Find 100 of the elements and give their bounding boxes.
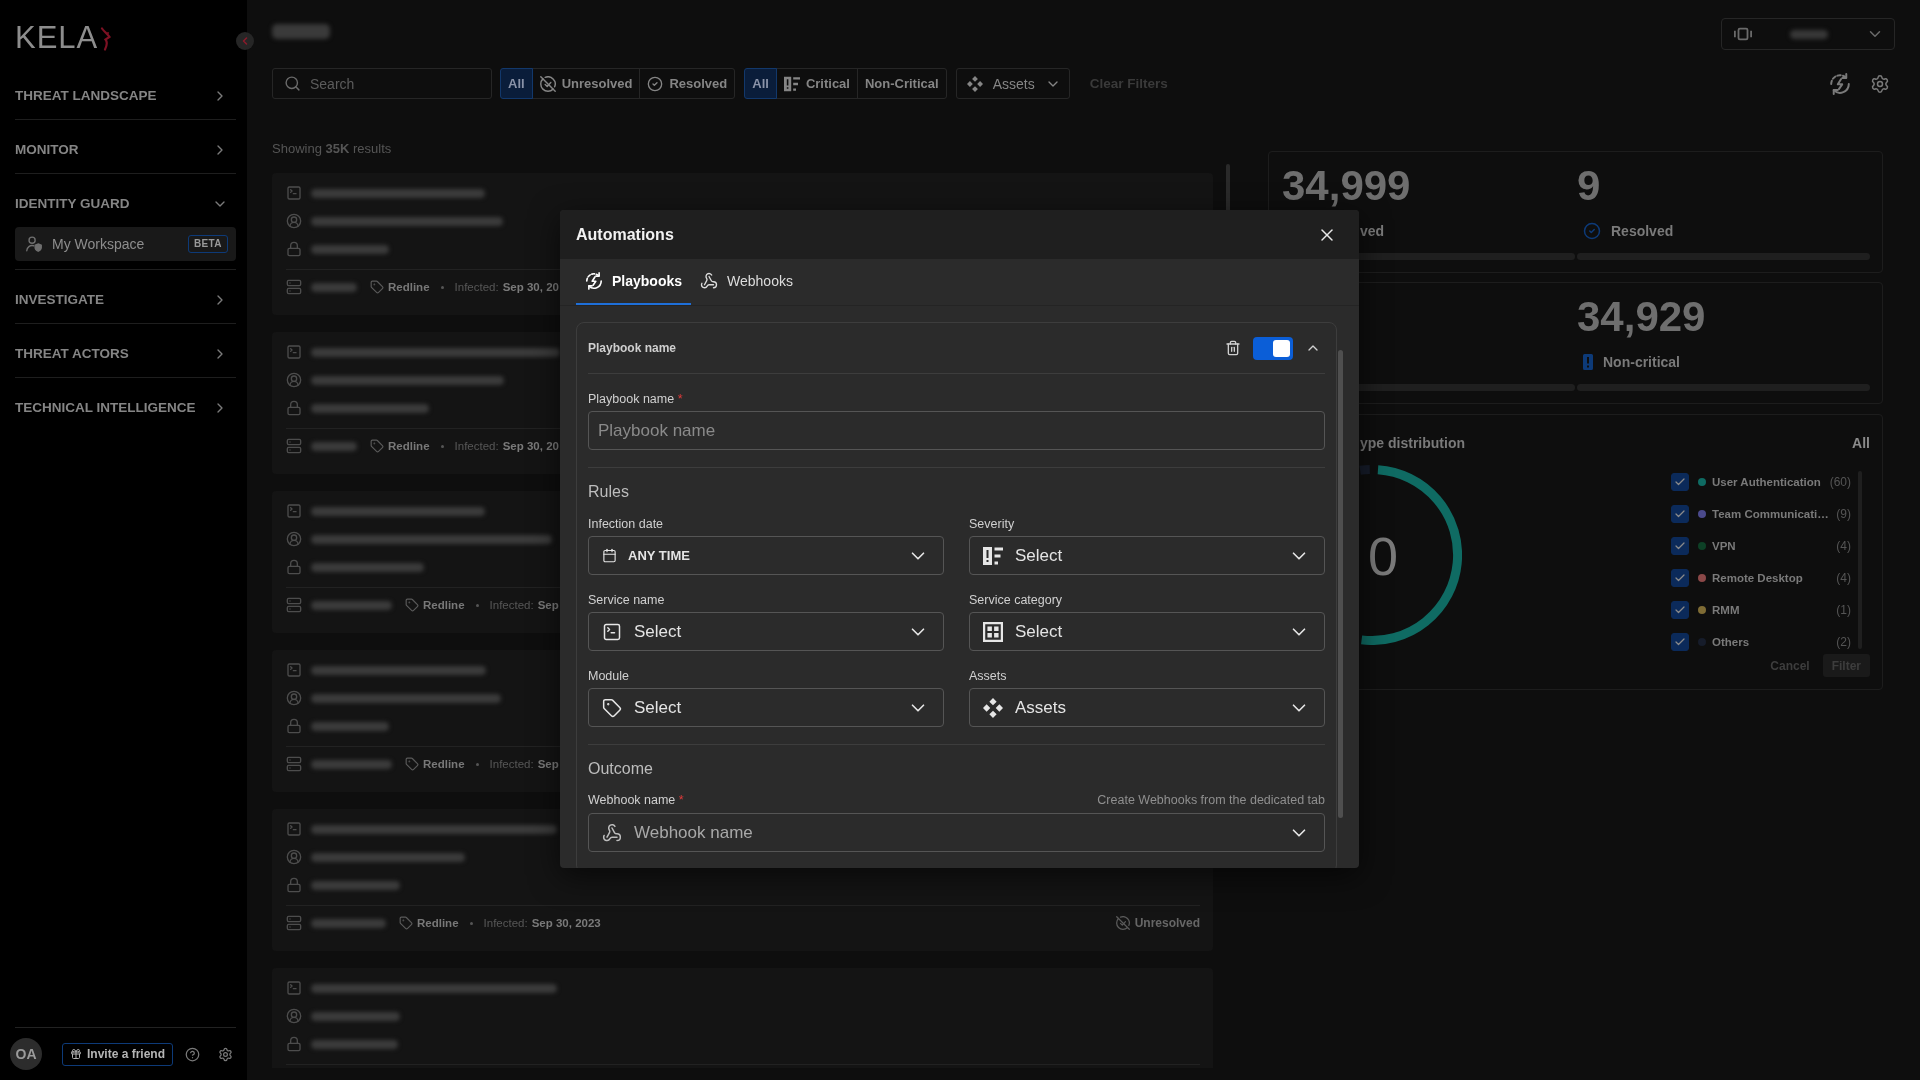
assets-dropdown[interactable]: Assets: [955, 68, 1070, 99]
bolt-refresh-icon: [585, 272, 603, 290]
toggle-switch[interactable]: [1253, 336, 1293, 360]
field-label: Infection date: [588, 516, 665, 532]
user-circle-icon: [286, 1008, 302, 1024]
module-name: Redline: [388, 440, 430, 452]
filter-option[interactable]: Non-Critical: [856, 68, 947, 99]
lock-icon: [286, 400, 302, 416]
lock-icon: [286, 241, 302, 257]
select-field[interactable]: Webhook name: [588, 813, 1325, 852]
user-shield-icon: [26, 236, 42, 252]
lock-icon: [286, 559, 302, 575]
bullet-icon: [475, 603, 479, 607]
all-link[interactable]: All: [1852, 435, 1870, 451]
nav-subitem[interactable]: My Workspace BETA: [15, 227, 236, 261]
legend-label: RMM: [1712, 604, 1740, 616]
checkmark-icon: [1674, 572, 1686, 584]
checkbox[interactable]: [1671, 569, 1689, 587]
tab[interactable]: Playbooks: [576, 259, 692, 305]
webhook-icon: [700, 272, 719, 290]
server-icon: [286, 756, 302, 772]
legend-count: (1): [1835, 603, 1851, 617]
delete-button[interactable]: [1225, 340, 1241, 356]
field-hint: Create Webhooks from the dedicated tab: [1097, 793, 1325, 807]
legend-label: Team Communicati…: [1712, 508, 1829, 520]
tab[interactable]: Webhooks: [691, 259, 802, 305]
user-circle-icon: [286, 531, 302, 547]
filter-option[interactable]: Unresolved: [531, 68, 641, 99]
legend-count: (9): [1835, 507, 1851, 521]
infected-date: Sep 30, 20: [502, 281, 559, 293]
exclamation-list-icon: [783, 75, 800, 92]
infected-date: Sep 30, 2023: [531, 917, 601, 929]
settings-icon[interactable]: [218, 1046, 234, 1062]
help-icon[interactable]: [185, 1046, 201, 1062]
select-field[interactable]: Select: [588, 688, 944, 727]
select-field[interactable]: Select: [588, 612, 944, 651]
infected-date: Sep: [537, 599, 559, 611]
checkbox[interactable]: [1671, 601, 1689, 619]
calendar-icon: [602, 548, 617, 563]
checkbox[interactable]: [1671, 473, 1689, 491]
module-name: Redline: [388, 281, 430, 293]
logo-text: KELA: [15, 24, 99, 51]
section-heading: Rules: [588, 482, 630, 502]
select-field[interactable]: Select: [969, 536, 1325, 575]
nav-item[interactable]: TECHNICAL INTELLIGENCE: [15, 378, 236, 431]
nav-item[interactable]: THREAT LANDSCAPE: [15, 66, 236, 119]
search-field[interactable]: Search: [272, 68, 492, 99]
checkbox[interactable]: [1671, 505, 1689, 523]
legend-label: VPN: [1712, 540, 1736, 552]
checkbox[interactable]: [1671, 537, 1689, 555]
server-icon: [286, 438, 302, 454]
status-label: Unresolved: [1134, 916, 1200, 930]
trash-icon: [1225, 340, 1241, 356]
bullet-icon: [440, 444, 444, 448]
legend-label: Others: [1712, 636, 1750, 648]
nav-item[interactable]: THREAT ACTORS: [15, 324, 236, 377]
crossed-check-circle-icon: [1115, 916, 1130, 930]
checkmark-icon: [1674, 476, 1686, 488]
select-field[interactable]: Select: [969, 612, 1325, 651]
filter-option[interactable]: Resolved: [639, 68, 736, 99]
nav-item[interactable]: INVESTIGATE: [15, 270, 236, 323]
scrollbar-thumb[interactable]: [1338, 350, 1343, 818]
filter-option[interactable]: Critical: [775, 68, 858, 99]
terminal-icon: [602, 621, 622, 642]
tag-icon: [370, 280, 384, 294]
settings-icon[interactable]: [1870, 73, 1890, 94]
nav-item[interactable]: IDENTITY GUARD: [15, 174, 236, 227]
filter-option[interactable]: All: [500, 68, 533, 99]
lock-icon: [286, 718, 302, 734]
server-icon: [286, 279, 302, 295]
module-name: Redline: [423, 599, 465, 611]
field-label: Playbook name *: [588, 391, 683, 407]
stat-value: 9: [1577, 162, 1602, 210]
bolt-refresh-icon[interactable]: [1829, 72, 1851, 95]
field-label: Service name: [588, 592, 666, 608]
nav-item[interactable]: MONITOR: [15, 120, 236, 173]
stat-label: ved: [1360, 223, 1385, 239]
user-circle-icon: [286, 213, 302, 229]
invite-button[interactable]: Invite a friend: [62, 1042, 174, 1066]
exclamation-icon: [1583, 354, 1593, 370]
legend-count: (60): [1828, 475, 1851, 489]
blurred-text: [272, 23, 330, 39]
check-circle-icon: [647, 75, 664, 92]
module-name: Redline: [423, 758, 465, 770]
logo-mark-icon: [100, 27, 112, 51]
checkbox[interactable]: [1671, 633, 1689, 651]
tag-icon: [405, 757, 419, 771]
user-circle-icon: [286, 849, 302, 865]
filter-option[interactable]: All: [744, 68, 777, 99]
select-field[interactable]: ANY TIME: [588, 536, 944, 575]
card-title: ype distribution: [1360, 435, 1465, 451]
infected-label: Infected:: [489, 599, 534, 611]
infected-label: Infected:: [489, 758, 534, 770]
bullet-icon: [469, 921, 473, 925]
blurred-text: [1790, 29, 1828, 39]
text-field[interactable]: Playbook name: [588, 411, 1325, 450]
checkmark-icon: [1674, 508, 1686, 520]
terminal-icon: [286, 503, 302, 519]
select-field[interactable]: Assets: [969, 688, 1325, 727]
avatar[interactable]: OA: [10, 1038, 42, 1070]
